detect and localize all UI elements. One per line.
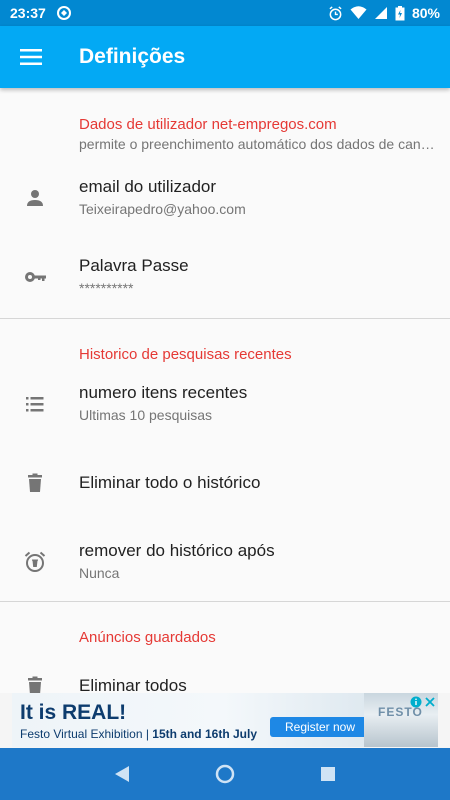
setting-label: numero itens recentes: [79, 383, 248, 402]
status-time: 23:37: [10, 5, 46, 21]
navigation-bar: [0, 748, 450, 800]
ad-info-icon[interactable]: [410, 695, 422, 708]
ad-subtitle-start: Festo Virtual Exhibition |: [20, 727, 153, 741]
home-button[interactable]: [205, 754, 245, 794]
trash-icon: [23, 471, 47, 495]
battery-icon: [395, 5, 405, 21]
setting-delete-history[interactable]: Eliminar todo o histórico: [0, 443, 450, 522]
setting-label: Palavra Passe: [79, 256, 189, 275]
setting-delete-all-saved[interactable]: Eliminar todos: [0, 646, 450, 693]
ad-subtitle: Festo Virtual Exhibition | 15th and 16th…: [20, 727, 257, 741]
section-header-saved-ads: Anúncios guardados: [79, 629, 216, 646]
app-bar: Definições: [0, 26, 450, 88]
alarm-status-icon: [328, 5, 343, 21]
recents-icon: [321, 767, 336, 781]
back-icon: [114, 766, 129, 782]
trash-icon: [23, 674, 47, 693]
section-header-history: Historico de pesquisas recentes: [79, 346, 292, 363]
person-icon: [23, 186, 47, 210]
setting-remove-history-after[interactable]: remover do histórico após Nunca: [0, 522, 450, 601]
alarm-icon: [23, 550, 47, 574]
ad-banner[interactable]: It is REAL! Festo Virtual Exhibition | 1…: [12, 693, 438, 747]
ad-title: It is REAL!: [20, 701, 127, 724]
key-icon: [23, 265, 47, 289]
setting-value: **********: [79, 280, 134, 296]
battery-percent: 80%: [411, 5, 440, 21]
settings-list: Dados de utilizador net-empregos.com per…: [0, 88, 450, 693]
ad-register-button[interactable]: Register now: [270, 717, 370, 737]
page-title: Definições: [79, 45, 186, 68]
status-bar: 23:37 80%: [0, 0, 450, 26]
list-icon: [23, 392, 47, 416]
ad-subtitle-dates: 15th and 16th July: [152, 727, 257, 741]
back-button[interactable]: [102, 754, 142, 794]
setting-value: Teixeirapedro@yahoo.com: [79, 201, 246, 217]
setting-label: email do utilizador: [79, 177, 217, 196]
ad-close-icon[interactable]: [424, 695, 436, 707]
setting-user-email[interactable]: email do utilizador Teixeirapedro@yahoo.…: [0, 158, 450, 237]
setting-value: Nunca: [79, 565, 120, 581]
wifi-icon: [350, 6, 367, 20]
signal-icon: [374, 6, 388, 20]
home-icon: [215, 764, 235, 784]
setting-label: Eliminar todo o histórico: [79, 472, 261, 492]
section-header-user-data: Dados de utilizador net-empregos.com: [79, 116, 337, 133]
section-subheader-user-data: permite o preenchimento automático dos d…: [79, 136, 439, 152]
recents-button[interactable]: [308, 754, 348, 794]
data-saver-icon: [56, 5, 72, 21]
menu-button[interactable]: [0, 26, 62, 88]
setting-label: Eliminar todos: [79, 675, 187, 694]
setting-value: Ultimas 10 pesquisas: [79, 407, 213, 423]
setting-label: remover do histórico após: [79, 541, 275, 560]
setting-recent-items-count[interactable]: numero itens recentes Ultimas 10 pesquis…: [0, 364, 450, 443]
setting-password[interactable]: Palavra Passe **********: [0, 237, 450, 316]
hamburger-menu-icon: [20, 49, 42, 65]
